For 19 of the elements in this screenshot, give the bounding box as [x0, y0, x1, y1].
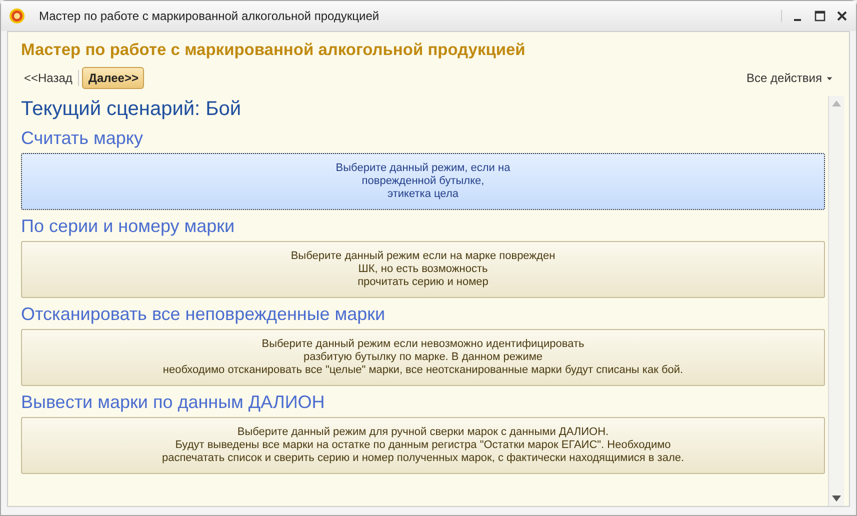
caret-icon: [826, 74, 833, 82]
section-heading: По серии и номеру марки: [21, 215, 236, 238]
mode-button[interactable]: Выберите данный режим если на марке поврежден ШК, но есть возможность прочитать серию и номер: [21, 241, 825, 298]
app-logo-icon: [9, 8, 25, 24]
mode-button[interactable]: Выберите данный режим если невозможно идентифицировать разбитую бутылку по марке. В данном режиме необходимо отсканировать все "целые" марки, все неотсканированные марки будут списаны как бой.: [21, 329, 825, 386]
scrollbar[interactable]: [828, 96, 844, 506]
section-heading: Вывести марки по данным ДАЛИОН: [21, 391, 326, 414]
back-button[interactable]: <<Назад: [21, 69, 76, 87]
form-title: Мастер по работе с маркированной алкогольной продукцией: [21, 40, 526, 61]
mode-button[interactable]: Выберите данный режим для ручной сверки марок с данными ДАЛИОН. Будут выведены все марки на остатке по данным регистра "Остатки марок ЕГАИС". Необходимо распечатать список и сверить серию и номер полученных марок, с фактически находящимися в зале.: [21, 417, 825, 474]
close-icon[interactable]: [836, 10, 848, 22]
mode-button[interactable]: Выберите данный режим, если на поврежденной бутылке, этикетка цела: [21, 153, 825, 210]
maximize-icon[interactable]: [814, 10, 826, 22]
section-heading: Считать марку: [21, 127, 144, 150]
window-title: Мастер по работе с маркированной алкогольной продукцией: [39, 9, 380, 23]
section-heading: Отсканировать все неповрежденные марки: [21, 303, 386, 326]
next-button[interactable]: Далее>>: [82, 67, 144, 89]
scenario-heading: Текущий сценарий: Бой: [21, 97, 242, 122]
all-actions-menu[interactable]: Все действия: [744, 69, 835, 87]
